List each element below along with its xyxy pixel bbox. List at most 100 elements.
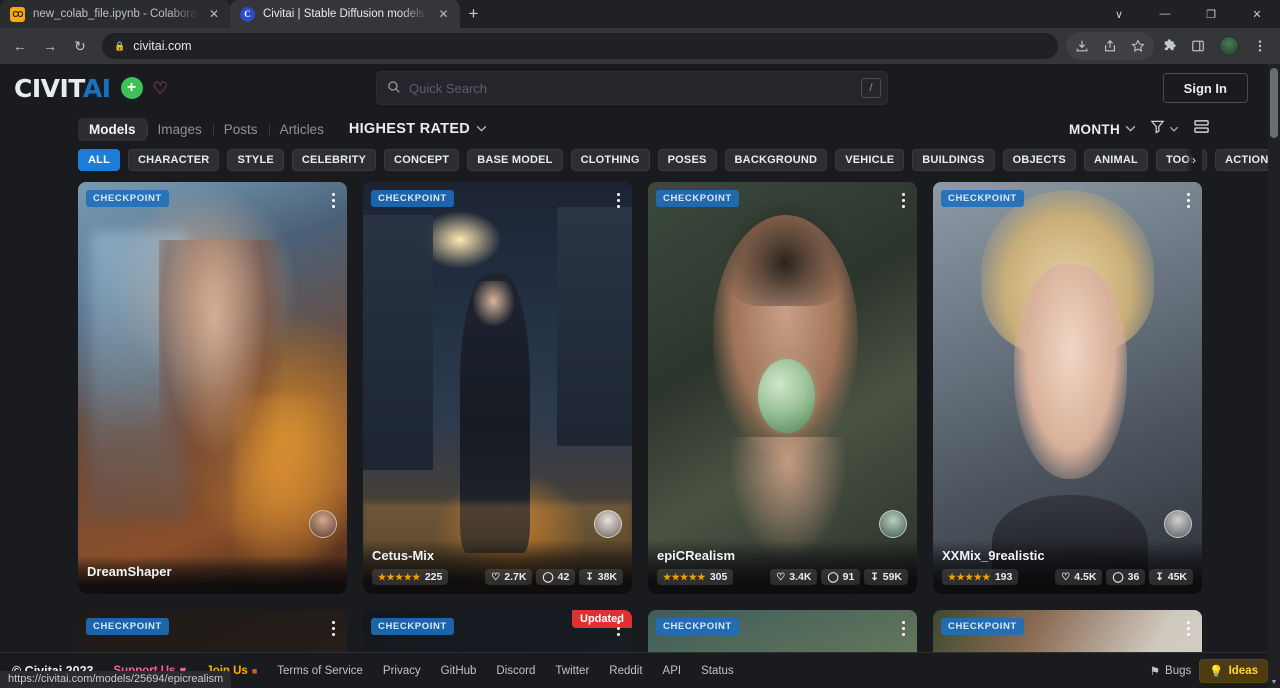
model-type-badge: CHECKPOINT	[941, 618, 1024, 635]
chip-animal[interactable]: ANIMAL	[1084, 149, 1148, 171]
chrome-menu-icon[interactable]	[1246, 32, 1274, 60]
star-icon: ★★★★★	[378, 572, 421, 583]
page-scrollbar[interactable]: ▲ ▼	[1268, 64, 1280, 688]
tab-search-icon[interactable]: ∨	[1096, 0, 1142, 28]
chip-objects[interactable]: OBJECTS	[1003, 149, 1076, 171]
tab-articles[interactable]: Articles	[269, 118, 335, 141]
reload-icon[interactable]: ↻	[66, 32, 94, 60]
install-app-icon[interactable]	[1068, 32, 1096, 60]
model-card[interactable]: CHECKPOINT XXMix_9realistic ★★★★★ 193 ♡	[933, 182, 1202, 594]
footer-link-terms[interactable]: Terms of Service	[277, 665, 363, 677]
avatar[interactable]	[309, 510, 337, 538]
avatar[interactable]	[1164, 510, 1192, 538]
chips-scroll-right-icon[interactable]: ›	[1186, 146, 1202, 174]
scrollbar-thumb[interactable]	[1270, 68, 1278, 138]
back-icon[interactable]: ←	[6, 32, 34, 60]
model-card[interactable]: CHECKPOINT DreamShaper	[78, 182, 347, 594]
address-bar[interactable]: 🔒 civitai.com	[102, 33, 1058, 59]
browser-tab-title: new_colab_file.ipynb - Colaborat	[33, 8, 198, 20]
content-type-tabs: Models Images Posts Articles	[78, 118, 335, 141]
card-menu-icon[interactable]	[613, 190, 623, 211]
footer-link-privacy[interactable]: Privacy	[383, 665, 421, 677]
site-logo[interactable]: CIVITAI + ♡	[14, 74, 168, 103]
model-card[interactable]: CHECKPOINT Cetus-Mix ★★★★★ 225 ♡ 2.7K	[363, 182, 632, 594]
ideas-label: Ideas	[1229, 665, 1258, 677]
avatar[interactable]	[879, 510, 907, 538]
comments-pill: ◯ 36	[1106, 569, 1145, 585]
chevron-down-icon	[1169, 124, 1179, 134]
browser-tab-civitai[interactable]: C Civitai | Stable Diffusion models, ✕	[230, 0, 460, 28]
downloads-count: 38K	[598, 571, 617, 583]
search-input[interactable]	[409, 81, 853, 96]
card-menu-icon[interactable]	[328, 190, 338, 211]
chip-buildings[interactable]: BUILDINGS	[912, 149, 994, 171]
footer-link-github[interactable]: GitHub	[441, 665, 477, 677]
chip-concept[interactable]: CONCEPT	[384, 149, 459, 171]
heart-icon: ♡	[491, 572, 500, 583]
footer-link-api[interactable]: API	[663, 665, 682, 677]
rating-count: 225	[425, 571, 443, 583]
card-menu-icon[interactable]	[1183, 618, 1193, 639]
tab-models[interactable]: Models	[78, 118, 147, 141]
footer-link-status[interactable]: Status	[701, 665, 734, 677]
tab-posts[interactable]: Posts	[213, 118, 269, 141]
share-icon[interactable]	[1096, 32, 1124, 60]
avatar[interactable]	[594, 510, 622, 538]
card-menu-icon[interactable]	[328, 618, 338, 639]
heart-icon[interactable]: ♡	[153, 80, 168, 97]
minimize-icon[interactable]: —	[1142, 0, 1188, 28]
chip-celebrity[interactable]: CELEBRITY	[292, 149, 376, 171]
card-menu-icon[interactable]	[613, 618, 623, 639]
footer-link-twitter[interactable]: Twitter	[555, 665, 589, 677]
model-card-title: XXMix_9realistic	[942, 548, 1193, 563]
bookmark-star-icon[interactable]	[1124, 32, 1152, 60]
card-menu-icon[interactable]	[1183, 190, 1193, 211]
download-icon: ↧	[1155, 572, 1163, 583]
chip-base-model[interactable]: BASE MODEL	[467, 149, 562, 171]
close-window-icon[interactable]: ✕	[1234, 0, 1280, 28]
chip-character[interactable]: CHARACTER	[128, 149, 219, 171]
profile-avatar-icon[interactable]	[1219, 36, 1239, 56]
browser-window: CO new_colab_file.ipynb - Colaborat ✕ C …	[0, 0, 1280, 688]
layout-view-icon[interactable]	[1193, 119, 1210, 139]
side-panel-icon[interactable]	[1184, 32, 1212, 60]
nav-right-controls: MONTH	[1069, 119, 1210, 139]
create-plus-icon[interactable]: +	[121, 77, 143, 99]
sign-in-button[interactable]: Sign In	[1163, 73, 1248, 103]
close-icon[interactable]: ✕	[436, 6, 452, 22]
model-card-stats: ★★★★★ 305 ♡ 3.4K ◯ 91	[657, 569, 908, 585]
new-tab-button[interactable]: +	[460, 0, 488, 28]
card-menu-icon[interactable]	[898, 618, 908, 639]
ideas-button[interactable]: 💡 Ideas	[1199, 659, 1268, 683]
comment-icon: ◯	[827, 572, 838, 583]
tab-images[interactable]: Images	[147, 118, 213, 141]
quick-search-bar[interactable]: /	[376, 71, 888, 105]
forward-icon[interactable]: →	[36, 32, 64, 60]
colab-icon: CO	[10, 7, 25, 22]
chip-poses[interactable]: POSES	[658, 149, 717, 171]
bug-flag-icon: ⚑	[1150, 664, 1160, 678]
chip-style[interactable]: STYLE	[227, 149, 283, 171]
chip-background[interactable]: BACKGROUND	[725, 149, 828, 171]
search-shortcut-key: /	[861, 78, 881, 98]
bugs-button[interactable]: ⚑ Bugs	[1150, 664, 1192, 678]
filter-button[interactable]	[1150, 119, 1179, 139]
maximize-icon[interactable]: ❐	[1188, 0, 1234, 28]
footer-link-reddit[interactable]: Reddit	[609, 665, 642, 677]
chip-clothing[interactable]: CLOTHING	[571, 149, 650, 171]
sort-dropdown[interactable]: HIGHEST RATED	[349, 121, 487, 137]
downloads-count: 59K	[883, 571, 902, 583]
browser-tab-colab[interactable]: CO new_colab_file.ipynb - Colaborat ✕	[0, 0, 230, 28]
model-card[interactable]: CHECKPOINT epiCRealism ★★★★★ 305 ♡ 3.4	[648, 182, 917, 594]
browser-toolbar: ← → ↻ 🔒 civitai.com	[0, 28, 1280, 64]
chip-vehicle[interactable]: VEHICLE	[835, 149, 904, 171]
scroll-down-icon[interactable]: ▼	[1268, 676, 1280, 688]
footer-link-discord[interactable]: Discord	[496, 665, 535, 677]
close-icon[interactable]: ✕	[206, 6, 222, 22]
card-menu-icon[interactable]	[898, 190, 908, 211]
sort-dropdown-value: HIGHEST RATED	[349, 121, 470, 137]
extensions-puzzle-icon[interactable]	[1155, 32, 1183, 60]
period-dropdown[interactable]: MONTH	[1069, 122, 1136, 137]
comments-count: 36	[1128, 571, 1140, 583]
chip-all[interactable]: ALL	[78, 149, 120, 171]
